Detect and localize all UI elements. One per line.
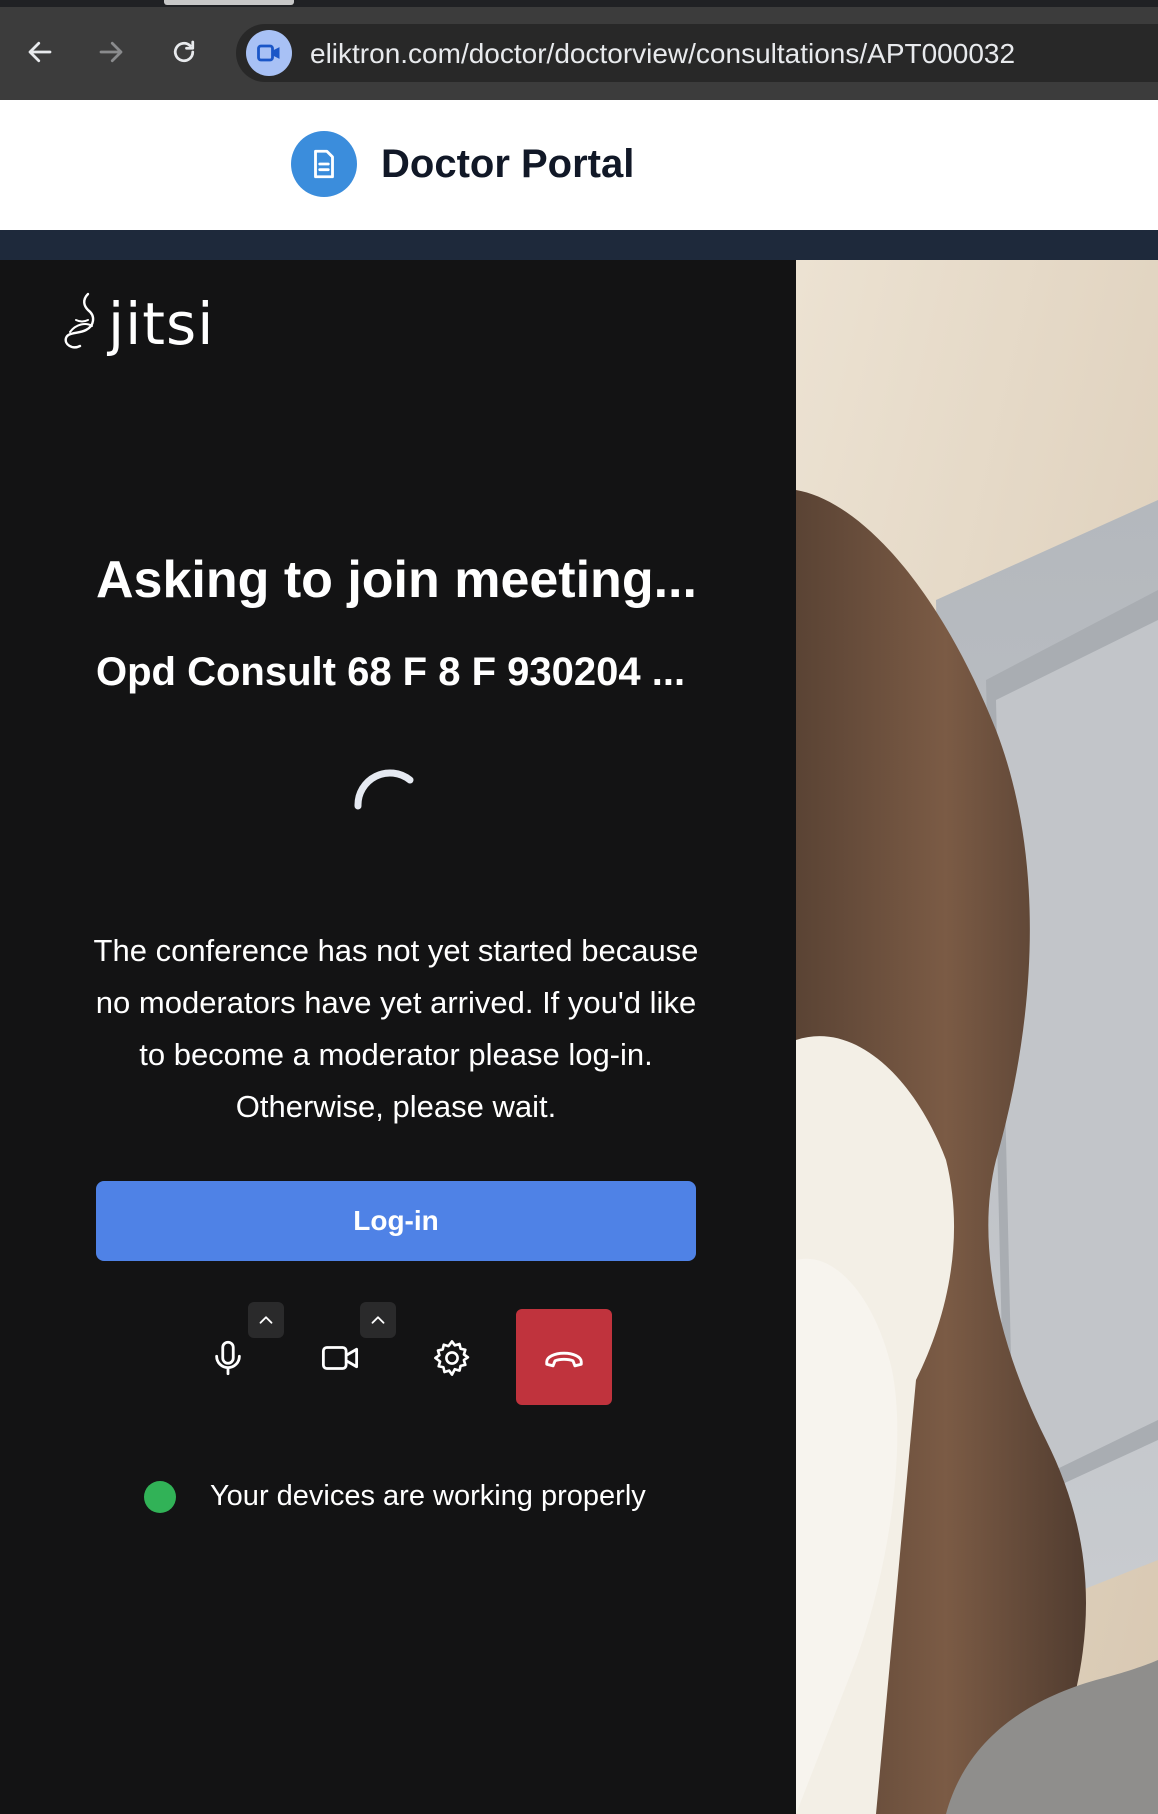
active-tab-indicator[interactable] xyxy=(164,0,294,5)
arrow-left-icon xyxy=(28,41,52,63)
document-icon xyxy=(314,149,334,179)
loading-spinner xyxy=(354,769,414,810)
settings-button[interactable] xyxy=(404,1310,500,1406)
device-status-text: Your devices are working properly xyxy=(210,1480,646,1512)
video-options-button[interactable] xyxy=(360,1302,396,1338)
microphone-icon xyxy=(215,1340,241,1376)
video-camera-icon xyxy=(257,44,280,62)
address-bar[interactable]: eliktron.com/doctor/doctorview/consultat… xyxy=(236,24,1158,82)
jitsi-logo: jitsi xyxy=(58,290,214,354)
join-status-heading: Asking to join meeting... xyxy=(96,551,697,609)
portal-logo xyxy=(291,131,357,197)
url-text[interactable]: eliktron.com/doctor/doctorview/consultat… xyxy=(310,38,1015,70)
gear-icon xyxy=(434,1340,470,1376)
portal-header: Doctor Portal xyxy=(0,100,1158,230)
tab-strip xyxy=(0,0,1158,7)
moderator-wait-message: The conference has not yet started becau… xyxy=(93,933,699,1124)
jitsi-mark-icon xyxy=(64,292,95,349)
portal-title: Doctor Portal xyxy=(381,142,635,186)
camera-preview-image xyxy=(796,260,1158,1814)
audio-options-button[interactable] xyxy=(248,1302,284,1338)
chevron-up-icon xyxy=(371,1316,385,1324)
browser-toolbar: eliktron.com/doctor/doctorview/consultat… xyxy=(0,0,1158,100)
back-button[interactable] xyxy=(18,30,62,74)
jitsi-wordmark: jitsi xyxy=(108,290,215,358)
device-status: Your devices are working properly xyxy=(144,1480,646,1513)
hang-up-icon xyxy=(545,1351,583,1368)
video-camera-icon xyxy=(321,1346,359,1370)
prejoin-panel: jitsi Asking to join meeting... Opd Cons… xyxy=(0,260,796,1814)
reload-icon xyxy=(173,40,195,63)
chevron-up-icon xyxy=(259,1316,273,1324)
leave-meeting-button[interactable] xyxy=(516,1309,612,1405)
login-button[interactable]: Log-in xyxy=(96,1181,696,1261)
forward-button[interactable] xyxy=(89,30,133,74)
meeting-name: Opd Consult 68 F 8 F 930204 ... xyxy=(96,650,686,694)
camera-preview xyxy=(796,260,1158,1814)
site-info-button[interactable] xyxy=(246,30,292,76)
reload-button[interactable] xyxy=(162,30,206,74)
header-divider xyxy=(0,230,1158,260)
arrow-right-icon xyxy=(99,41,123,63)
status-indicator-dot xyxy=(144,1480,176,1513)
